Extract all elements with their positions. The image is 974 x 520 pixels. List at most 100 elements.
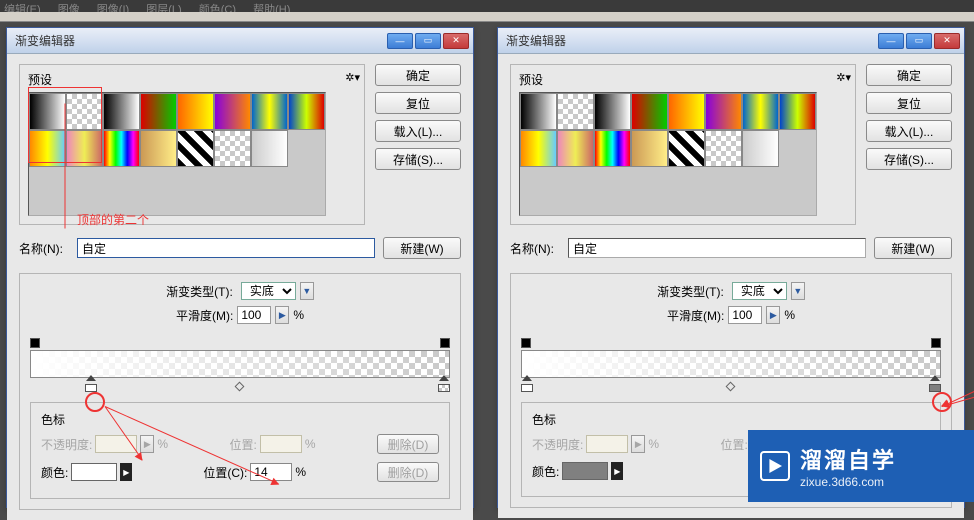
preset-swatch[interactable] <box>29 93 66 130</box>
presets-menu-icon[interactable]: ✲▾ <box>836 71 851 84</box>
minimize-button[interactable]: — <box>878 33 904 49</box>
presets-menu-icon[interactable]: ✲▾ <box>345 71 360 84</box>
opacity-stop[interactable] <box>521 338 531 348</box>
opacity-input <box>95 435 137 453</box>
preset-swatch[interactable] <box>214 93 251 130</box>
preset-swatch[interactable] <box>103 93 140 130</box>
color-pos-label: 位置(C): <box>203 464 247 481</box>
preset-swatch[interactable] <box>668 130 705 167</box>
smooth-popup-icon[interactable]: ▶ <box>766 306 780 324</box>
preset-swatch[interactable] <box>140 130 177 167</box>
preset-swatch[interactable] <box>594 93 631 130</box>
color-stop[interactable] <box>521 380 533 392</box>
preset-swatch[interactable] <box>177 130 214 167</box>
opacity-stop[interactable] <box>931 338 941 348</box>
preset-swatch[interactable] <box>742 130 779 167</box>
preset-swatch[interactable] <box>668 93 705 130</box>
preset-swatch[interactable] <box>631 93 668 130</box>
reset-button[interactable]: 复位 <box>866 92 952 114</box>
preset-swatch[interactable] <box>520 130 557 167</box>
preset-swatch[interactable] <box>251 130 288 167</box>
menu-color[interactable]: 颜色(C) <box>199 4 236 12</box>
gradient-bar[interactable] <box>30 338 450 392</box>
name-input[interactable] <box>568 238 866 258</box>
delete-color-button: 删除(D) <box>377 462 439 482</box>
smooth-label: 平滑度(M): <box>667 307 724 324</box>
op-pos-label: 位置: <box>230 436 257 453</box>
preset-grid[interactable] <box>519 92 817 216</box>
preset-swatch[interactable] <box>288 93 325 130</box>
load-button[interactable]: 载入(L)... <box>375 120 461 142</box>
preset-swatch[interactable] <box>594 130 631 167</box>
new-button[interactable]: 新建(W) <box>874 237 952 259</box>
preset-swatch[interactable] <box>29 130 66 167</box>
preset-swatch[interactable] <box>557 93 594 130</box>
preset-swatch[interactable] <box>557 130 594 167</box>
op-pos-input <box>260 435 302 453</box>
name-label: 名称(N): <box>19 240 69 257</box>
preset-swatch[interactable] <box>251 93 288 130</box>
color-swatch[interactable] <box>71 463 117 481</box>
titlebar[interactable]: 渐变编辑器 — ▭ ✕ <box>498 28 964 54</box>
preset-swatch[interactable] <box>214 130 251 167</box>
preset-grid[interactable] <box>28 92 326 216</box>
type-dropdown-icon[interactable]: ▼ <box>791 282 805 300</box>
watermark-title: 溜溜自学 <box>800 443 896 475</box>
preset-swatch[interactable] <box>705 93 742 130</box>
type-select[interactable]: 实底 <box>732 282 787 300</box>
smooth-popup-icon[interactable]: ▶ <box>275 306 289 324</box>
menu-img[interactable]: 图像 <box>58 4 80 12</box>
opacity-stop[interactable] <box>440 338 450 348</box>
maximize-button[interactable]: ▭ <box>906 33 932 49</box>
name-input[interactable] <box>77 238 375 258</box>
opacity-stop[interactable] <box>30 338 40 348</box>
new-button[interactable]: 新建(W) <box>383 237 461 259</box>
op-pos-label: 位置: <box>721 436 748 453</box>
menu-image[interactable]: 图像(I) <box>97 4 129 12</box>
presets-label: 预设 <box>519 71 543 88</box>
reset-button[interactable]: 复位 <box>375 92 461 114</box>
preset-swatch[interactable] <box>140 93 177 130</box>
preset-swatch[interactable] <box>631 130 668 167</box>
preset-swatch[interactable] <box>779 93 816 130</box>
stops-label: 色标 <box>532 411 930 428</box>
preset-swatch[interactable] <box>520 93 557 130</box>
close-button[interactable]: ✕ <box>934 33 960 49</box>
color-swatch[interactable] <box>562 462 608 480</box>
type-select[interactable]: 实底 <box>241 282 296 300</box>
menu-layer[interactable]: 图层(L) <box>146 4 181 12</box>
titlebar[interactable]: 渐变编辑器 — ▭ ✕ <box>7 28 473 54</box>
midpoint-diamond[interactable] <box>234 382 244 392</box>
load-button[interactable]: 载入(L)... <box>866 120 952 142</box>
save-button[interactable]: 存储(S)... <box>866 148 952 170</box>
preset-swatch[interactable] <box>66 93 103 130</box>
midpoint-diamond[interactable] <box>725 382 735 392</box>
preset-swatch[interactable] <box>705 130 742 167</box>
color-stop-active[interactable] <box>85 380 97 392</box>
opacity-popup-icon: ▶ <box>140 435 154 453</box>
close-button[interactable]: ✕ <box>443 33 469 49</box>
preset-swatch[interactable] <box>103 130 140 167</box>
stops-label: 色标 <box>41 411 439 428</box>
maximize-button[interactable]: ▭ <box>415 33 441 49</box>
type-dropdown-icon[interactable]: ▼ <box>300 282 314 300</box>
ok-button[interactable]: 确定 <box>866 64 952 86</box>
smooth-input[interactable] <box>728 306 762 324</box>
color-label: 颜色: <box>532 463 559 480</box>
preset-swatch[interactable] <box>177 93 214 130</box>
color-stop[interactable] <box>438 380 450 392</box>
color-stop-active[interactable] <box>929 380 941 392</box>
color-popup-icon[interactable]: ▶ <box>611 462 623 480</box>
preset-swatch[interactable] <box>742 93 779 130</box>
menu-edit[interactable]: 编辑(E) <box>4 4 41 12</box>
minimize-button[interactable]: — <box>387 33 413 49</box>
preset-swatch[interactable] <box>66 130 103 167</box>
gradient-bar[interactable] <box>521 338 941 392</box>
color-pos-input[interactable] <box>250 463 292 481</box>
color-popup-icon[interactable]: ▶ <box>120 463 132 481</box>
smooth-input[interactable] <box>237 306 271 324</box>
type-label: 渐变类型(T): <box>657 283 724 300</box>
save-button[interactable]: 存储(S)... <box>375 148 461 170</box>
menu-help[interactable]: 帮助(H) <box>253 4 290 12</box>
ok-button[interactable]: 确定 <box>375 64 461 86</box>
